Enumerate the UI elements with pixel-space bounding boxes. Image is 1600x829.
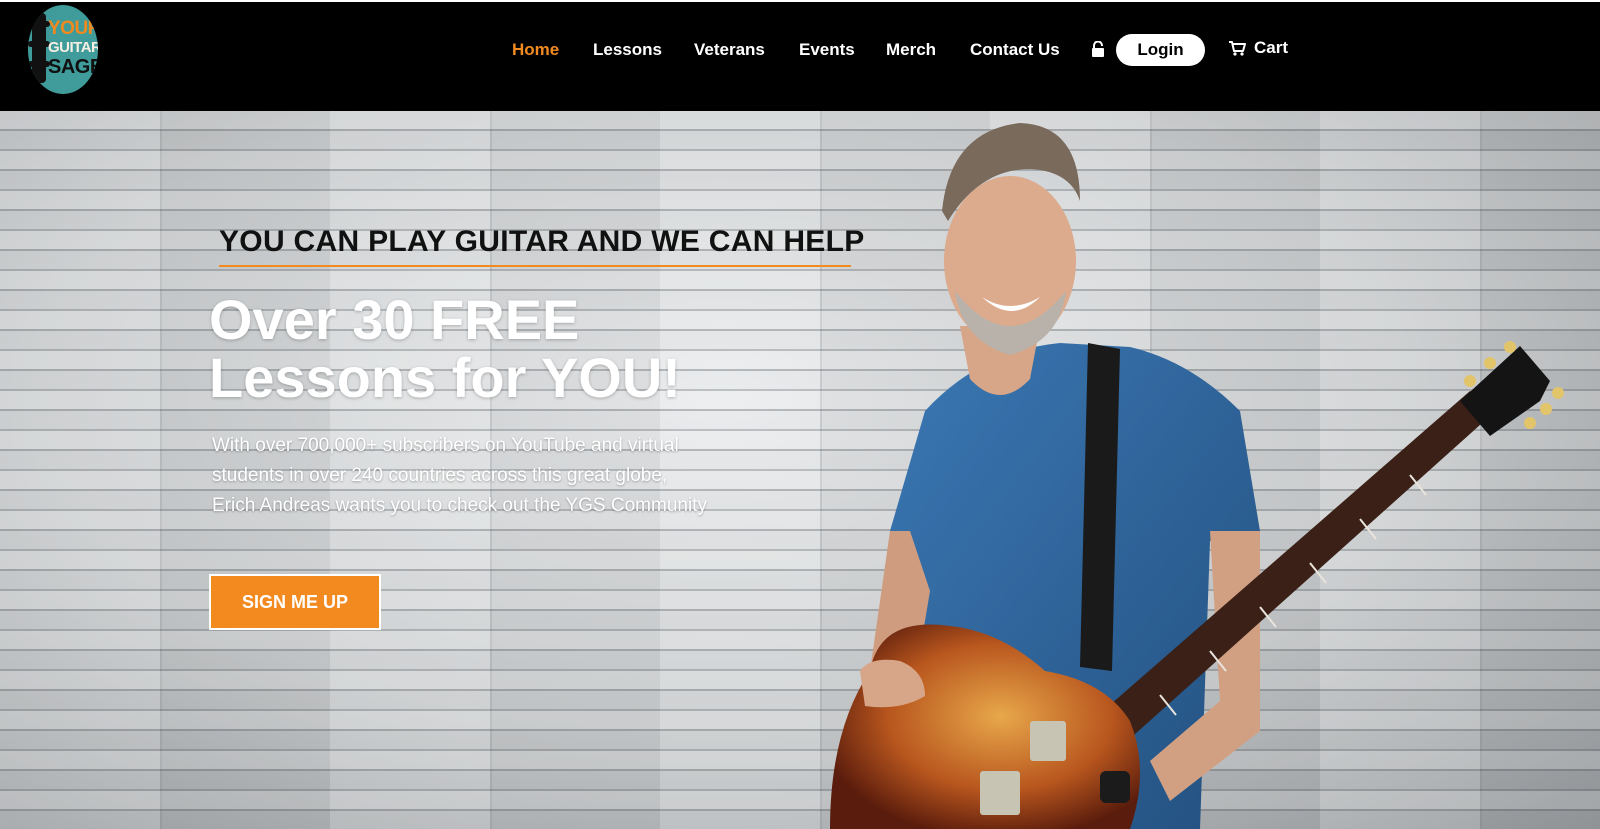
login-button[interactable]: Login	[1116, 34, 1205, 66]
nav-item-merch[interactable]: Merch	[886, 40, 936, 60]
hero-headline: Over 30 FREE Lessons for YOU!	[209, 291, 769, 407]
lock-icon[interactable]	[1091, 41, 1105, 58]
headline-line-2: Lessons for YOU!	[209, 346, 681, 409]
logo-word-2: GUITAR	[48, 39, 98, 56]
nav-item-lessons[interactable]: Lessons	[593, 40, 662, 60]
nav-item-events[interactable]: Events	[799, 40, 855, 60]
logo-word-3: SAGE	[48, 56, 98, 78]
cart-link[interactable]: Cart	[1229, 38, 1288, 58]
hero-section: YOU CAN PLAY GUITAR AND WE CAN HELP Over…	[0, 111, 1600, 829]
hero-tagline: YOU CAN PLAY GUITAR AND WE CAN HELP	[219, 225, 864, 267]
hero-subtext: With over 700,000+ subscribers on YouTub…	[212, 435, 707, 516]
site-logo[interactable]: YOUR GUITAR SAGE	[28, 5, 98, 94]
site-header: YOUR GUITAR SAGE Home Lessons Veterans E…	[0, 0, 1600, 111]
tuning-peg	[28, 21, 50, 27]
cart-icon	[1229, 40, 1246, 56]
nav-item-home[interactable]: Home	[512, 40, 559, 60]
nav-item-veterans[interactable]: Veterans	[694, 40, 765, 60]
tuning-peg	[28, 61, 50, 67]
nav-item-contact[interactable]: Contact Us	[970, 40, 1060, 60]
guitarist-photo	[830, 123, 1564, 829]
sign-up-button[interactable]: SIGN ME UP	[209, 574, 381, 630]
tuning-peg	[28, 41, 50, 47]
headline-line-1: Over 30 FREE	[209, 288, 580, 351]
logo-word-1: YOUR	[48, 18, 98, 39]
cart-label: Cart	[1254, 38, 1289, 57]
